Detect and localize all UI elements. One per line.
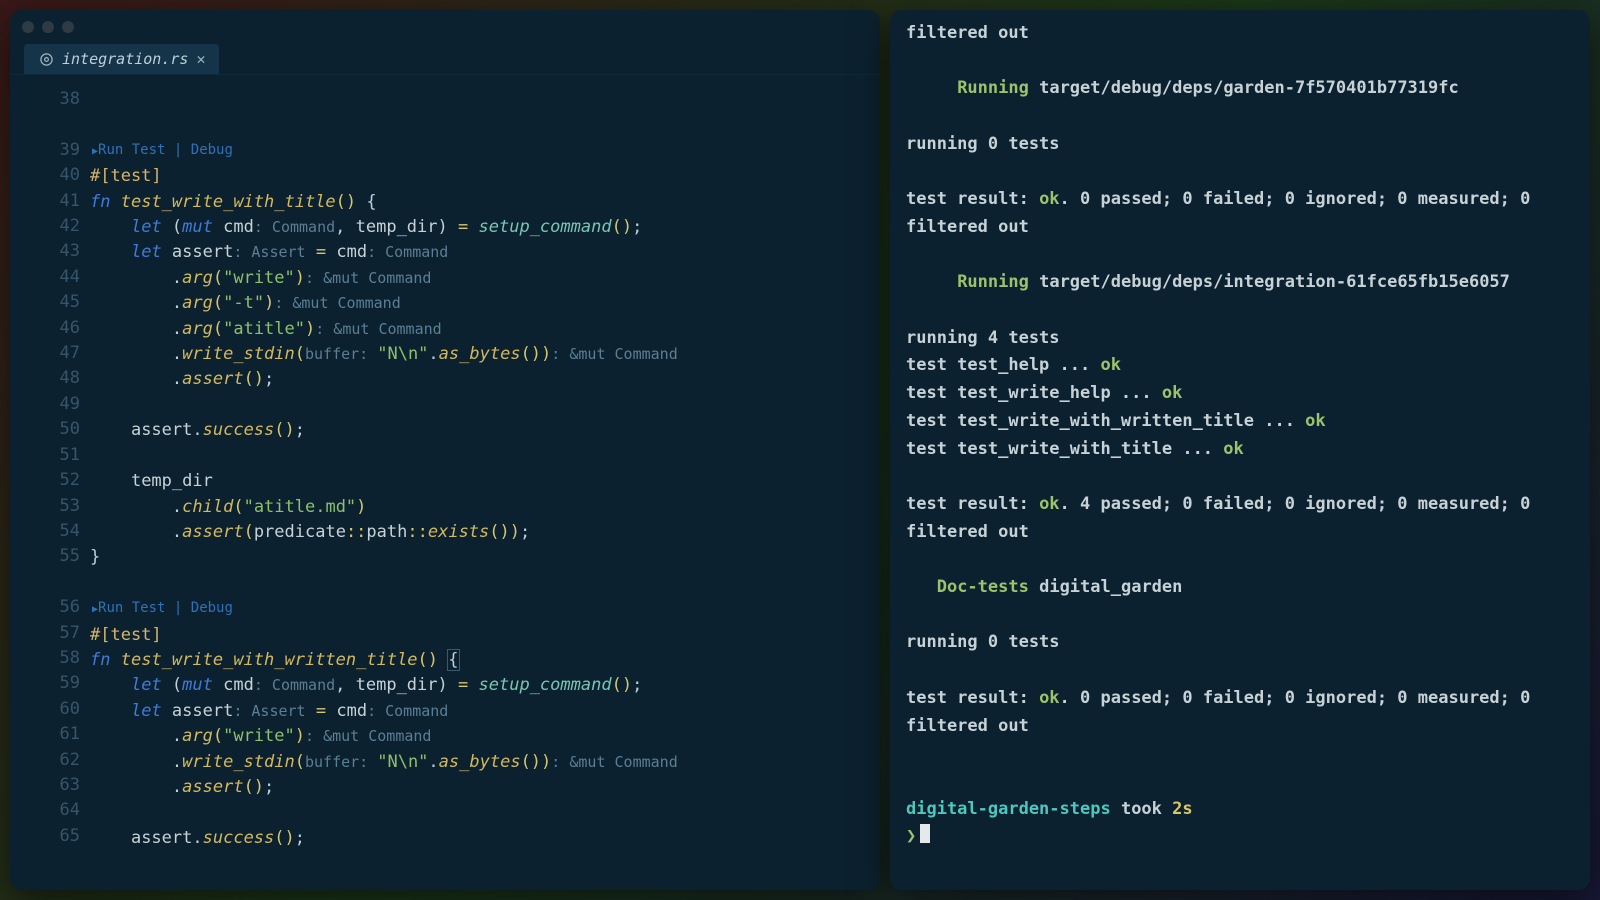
terminal-line [906, 657, 1574, 685]
window-titlebar [10, 10, 880, 38]
code-area[interactable]: 38 3940414243444546474849505152535455 56… [10, 75, 880, 890]
terminal-line: Doc-tests digital_garden [906, 574, 1574, 602]
terminal-line: filtered out [906, 713, 1574, 741]
codelens-run-1[interactable]: ▶Run Test | Debug [90, 138, 880, 164]
close-icon[interactable]: ✕ [196, 50, 205, 68]
terminal-line [906, 48, 1574, 76]
terminal-line: filtered out [906, 519, 1574, 547]
traffic-light-min[interactable] [42, 21, 54, 33]
editor-window: integration.rs ✕ 38 39404142434445464748… [10, 10, 880, 890]
terminal-line [906, 463, 1574, 491]
terminal-line: running 4 tests [906, 325, 1574, 353]
terminal-line [906, 602, 1574, 630]
traffic-light-close[interactable] [22, 21, 34, 33]
terminal-line: running 0 tests [906, 131, 1574, 159]
terminal-line: test test_write_with_written_title ... o… [906, 408, 1574, 436]
cursor-icon [920, 824, 930, 843]
terminal-window[interactable]: filtered out Running target/debug/deps/g… [890, 10, 1590, 890]
terminal-line [906, 242, 1574, 270]
terminal-line: Running target/debug/deps/integration-61… [906, 269, 1574, 297]
terminal-line: test test_write_with_title ... ok [906, 436, 1574, 464]
terminal-line: test result: ok. 0 passed; 0 failed; 0 i… [906, 186, 1574, 214]
terminal-line [906, 740, 1574, 768]
tab-bar: integration.rs ✕ [10, 38, 880, 75]
terminal-line: filtered out [906, 214, 1574, 242]
terminal-line: Running target/debug/deps/garden-7f57040… [906, 75, 1574, 103]
terminal-line: test test_write_help ... ok [906, 380, 1574, 408]
codelens-run-2[interactable]: ▶Run Test | Debug [90, 596, 880, 622]
code-content[interactable]: ▶Run Test | Debug#[test]fn test_write_wi… [90, 75, 880, 890]
terminal-line [906, 768, 1574, 796]
terminal-line [906, 103, 1574, 131]
terminal-line: test result: ok. 0 passed; 0 failed; 0 i… [906, 685, 1574, 713]
terminal-line: test test_help ... ok [906, 352, 1574, 380]
terminal-line: running 0 tests [906, 629, 1574, 657]
terminal-line [906, 546, 1574, 574]
terminal-line: test result: ok. 4 passed; 0 failed; 0 i… [906, 491, 1574, 519]
rust-file-icon [38, 51, 54, 67]
terminal-prompt-line: digital-garden-steps took 2s [906, 796, 1574, 824]
terminal-line: filtered out [906, 20, 1574, 48]
terminal-line [906, 297, 1574, 325]
traffic-light-max[interactable] [62, 21, 74, 33]
desktop: integration.rs ✕ 38 39404142434445464748… [0, 0, 1600, 900]
terminal-prompt[interactable]: ❯ [906, 823, 1574, 851]
terminal-line [906, 159, 1574, 187]
line-number-gutter: 38 3940414243444546474849505152535455 56… [10, 75, 90, 890]
tab-filename: integration.rs [62, 50, 188, 68]
tab-integration-rs[interactable]: integration.rs ✕ [24, 44, 219, 74]
